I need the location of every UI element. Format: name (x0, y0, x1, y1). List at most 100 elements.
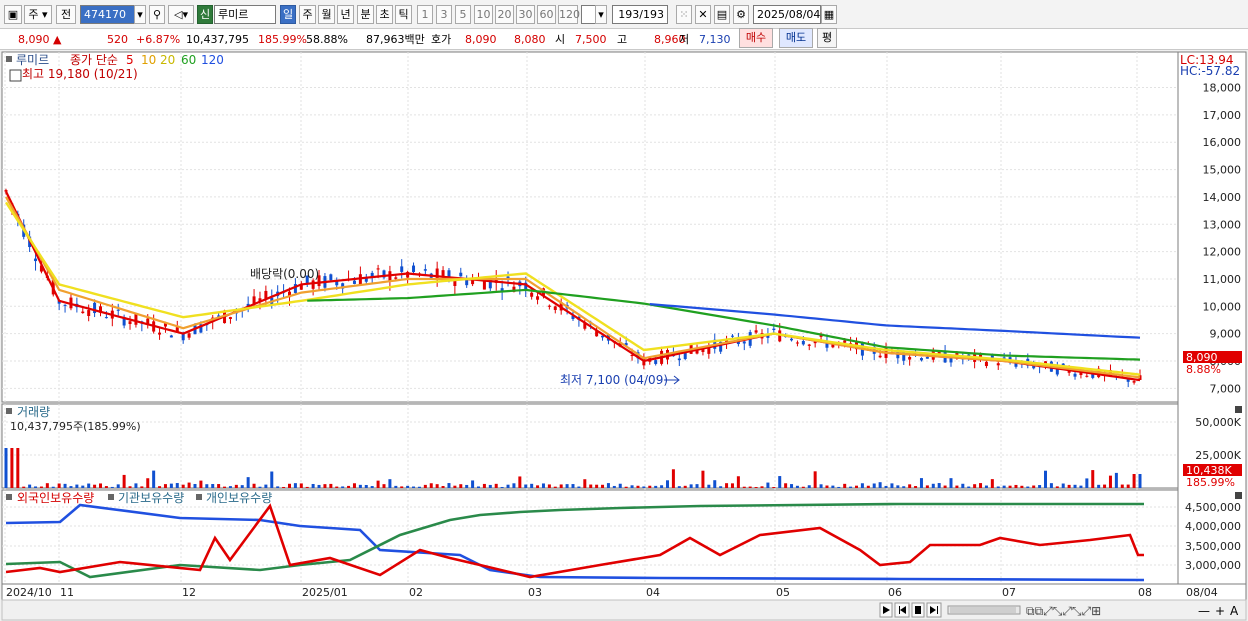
price-y-tick: 15,000 (1203, 164, 1242, 177)
volume-bar (1014, 484, 1018, 488)
holding-y-tick: 4,000,000 (1185, 520, 1241, 533)
interval-5[interactable]: 5 (455, 5, 471, 24)
candle-body (547, 305, 551, 307)
price-y-tick: 11,000 (1203, 273, 1242, 286)
holding-y-tick: 3,500,000 (1185, 540, 1241, 553)
volume-menu-icon[interactable] (6, 408, 12, 414)
zoom-in-icon[interactable]: + (1215, 604, 1225, 618)
period-second[interactable]: 초 (376, 5, 393, 24)
volume-bar (1103, 484, 1107, 488)
interval-1[interactable]: 1 (417, 5, 433, 24)
period-day[interactable]: 일 (280, 5, 296, 24)
holding-close-icon[interactable] (1235, 492, 1242, 499)
volume-bar (878, 482, 882, 488)
interval-dropdown-icon[interactable]: ▾ (595, 5, 607, 24)
candle-body (400, 266, 404, 272)
eval-button[interactable]: 평 (817, 28, 837, 48)
period-year[interactable]: 년 (337, 5, 354, 24)
stock-name-field[interactable]: 루미르 (214, 5, 276, 24)
interval-20[interactable]: 20 (495, 5, 514, 24)
volume-bar (553, 486, 557, 488)
volume-bar (134, 483, 138, 488)
candle-body (536, 296, 540, 300)
sell-button[interactable]: 매도 (779, 28, 813, 48)
period-week[interactable]: 주 (299, 5, 316, 24)
interval-30[interactable]: 30 (516, 5, 535, 24)
save-icon[interactable]: ▤ (714, 5, 730, 24)
ma20-label[interactable]: 20 (160, 53, 175, 67)
volume-bar (34, 486, 38, 488)
cross-tool-icon[interactable]: ✕ (695, 5, 711, 24)
volume-bar (471, 480, 475, 488)
interval-3[interactable]: 3 (436, 5, 452, 24)
auto-scale-icon[interactable]: A (1230, 604, 1239, 618)
individual-holding-title: 개인보유수량 (206, 491, 272, 505)
data-count-field[interactable]: 193/193 (612, 5, 668, 24)
ma60-label[interactable]: 60 (181, 53, 196, 67)
grid-icon[interactable]: ⁙ (676, 5, 692, 24)
prev-button[interactable]: 전 (56, 5, 76, 24)
x-tick-label: 2025/01 (302, 586, 348, 599)
ma10-label[interactable]: 10 (141, 53, 156, 67)
volume-bar (435, 484, 439, 488)
volume-bar (282, 486, 286, 488)
volume-bar (246, 477, 250, 488)
zoom-out-icon[interactable]: — (1198, 604, 1210, 618)
volume-bar (45, 483, 49, 488)
ma120-label[interactable]: 120 (201, 53, 224, 67)
candle-body (530, 292, 534, 297)
bid-price: 8,080 (514, 33, 546, 46)
ma5-label[interactable]: 5 (126, 53, 134, 67)
calendar-icon[interactable]: ▦ (821, 5, 837, 24)
chart-canvas[interactable]: 18,000 17,000 16,000 15,000 14,000 13,000 12,0… (0, 50, 1248, 621)
volume-rate: 185.99% (258, 33, 307, 46)
volume-close-icon[interactable] (1235, 406, 1242, 413)
institution-holding-title: 기관보유수량 (118, 491, 184, 505)
date-field[interactable]: 2025/08/04 (753, 5, 821, 24)
volume-bar (406, 485, 410, 488)
zoom-tools-icon[interactable]: ⧉⧉⤢⤡⤢⤡⤢⊞ (1026, 604, 1101, 618)
gear-icon[interactable]: ⚙ (733, 5, 749, 24)
volume-bar (152, 470, 156, 488)
chart-window-icon[interactable]: ▣ (4, 5, 22, 24)
holding-menu-icon[interactable] (6, 494, 12, 500)
volume-bar (211, 484, 215, 488)
buy-button[interactable]: 매수 (739, 28, 773, 48)
volume-bar (589, 484, 593, 488)
volume-bar (996, 486, 1000, 488)
interval-60[interactable]: 60 (537, 5, 556, 24)
period-tick[interactable]: 틱 (395, 5, 412, 24)
stock-code-input[interactable]: 474170 (80, 5, 138, 24)
volume-bar (1008, 485, 1012, 488)
inst-menu-icon[interactable] (108, 494, 114, 500)
speaker-icon[interactable]: ◁▾ (168, 5, 194, 24)
period-month[interactable]: 월 (318, 5, 335, 24)
volume-bar (518, 476, 522, 488)
code-dropdown-icon[interactable]: ▾ (134, 5, 146, 24)
volume-bar (146, 478, 150, 488)
scroll-thumb[interactable] (950, 607, 1016, 613)
volume-bar (163, 484, 167, 488)
volume-bar (376, 480, 380, 488)
market-type-select[interactable]: 주 ▾ (24, 5, 52, 24)
volume-bar (39, 486, 43, 488)
volume-bar (636, 485, 640, 488)
search-icon[interactable]: ⚲ (149, 5, 165, 24)
price-y-tick: 10,000 (1203, 300, 1242, 313)
volume-bar (606, 483, 610, 488)
volume-bar (1061, 483, 1065, 488)
interval-120[interactable]: 120 (558, 5, 580, 24)
volume-bar (943, 485, 947, 488)
candle-body (311, 280, 315, 289)
volume-bar (896, 485, 900, 488)
volume-bar (1108, 475, 1112, 488)
indiv-menu-icon[interactable] (196, 494, 202, 500)
trade-amount: 87,963백만 (366, 33, 425, 46)
volume-bar (223, 486, 227, 488)
x-tick-label: 03 (528, 586, 542, 599)
panel-menu-icon[interactable] (6, 56, 12, 62)
interval-10[interactable]: 10 (474, 5, 493, 24)
volume-bar (730, 483, 734, 488)
volume-bar (4, 448, 8, 488)
period-minute[interactable]: 분 (357, 5, 374, 24)
